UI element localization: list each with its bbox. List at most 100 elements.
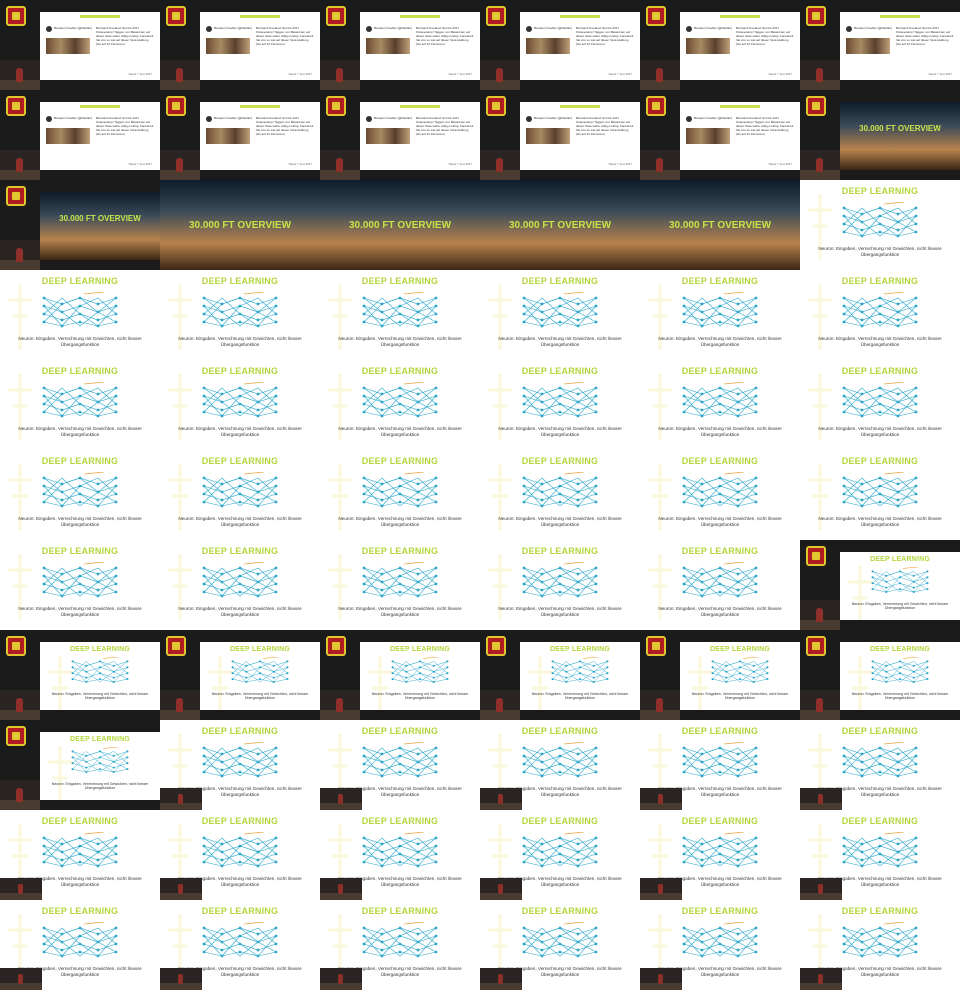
video-thumbnail[interactable]: 30.000 FT OVERVIEW: [0, 180, 160, 270]
video-thumbnail[interactable]: Benjamin Fiedler (@bfiedler) Benward Fro…: [0, 0, 160, 90]
video-thumbnail[interactable]: DEEP LEARNING Neuron: Eingaben, Verrechn…: [320, 270, 480, 360]
slide-caption: Neuron: Eingaben, Verrechnung mit Gewich…: [18, 336, 142, 347]
video-thumbnail[interactable]: DEEP LEARNING Neuron: Eingaben, Verrechn…: [160, 720, 320, 810]
video-thumbnail[interactable]: DEEP LEARNING Neuron: Eingaben, Verrechn…: [160, 360, 320, 450]
video-thumbnail[interactable]: Benjamin Fiedler (@bfiedler) Benward Fro…: [640, 0, 800, 90]
video-thumbnail[interactable]: DEEP LEARNING Neuron: Eingaben, Verrechn…: [320, 540, 480, 630]
slide-caption: Neuron: Eingaben, Verrechnung mit Gewich…: [818, 336, 942, 347]
video-thumbnail[interactable]: DEEP LEARNING Neuron: Eingaben, Verrechn…: [0, 900, 160, 990]
slide-deep-learning: DEEP LEARNING Neuron: Eingaben, Verrechn…: [800, 360, 960, 450]
video-thumbnail[interactable]: DEEP LEARNING Neuron: Eingaben, Verrechn…: [640, 360, 800, 450]
avatar: [366, 26, 372, 32]
neural-network-icon: [71, 747, 129, 774]
video-thumbnail[interactable]: DEEP LEARNING Neuron: Eingaben, Verrechn…: [320, 900, 480, 990]
slide-header-bar: [400, 15, 440, 18]
video-thumbnail[interactable]: DEEP LEARNING Neuron: Eingaben, Verrechn…: [160, 900, 320, 990]
video-thumbnail[interactable]: DEEP LEARNING Neuron: Eingaben, Verrechn…: [0, 720, 160, 810]
tweet-text: Benward Froeland: Set the 2017 Ostseecam…: [256, 26, 314, 46]
presenter-camera-inset: [160, 878, 202, 900]
video-thumbnail[interactable]: DEEP LEARNING Neuron: Eingaben, Verrechn…: [480, 360, 640, 450]
video-thumbnail[interactable]: DEEP LEARNING Neuron: Eingaben, Verrechn…: [480, 450, 640, 540]
slide-title: DEEP LEARNING: [841, 906, 919, 916]
video-thumbnail[interactable]: DEEP LEARNING Neuron: Eingaben, Verrechn…: [160, 270, 320, 360]
video-thumbnail[interactable]: 30.000 FT OVERVIEW: [320, 180, 480, 270]
video-thumbnail[interactable]: DEEP LEARNING Neuron: Eingaben, Verrechn…: [320, 810, 480, 900]
video-thumbnail[interactable]: DEEP LEARNING Neuron: Eingaben, Verrechn…: [640, 720, 800, 810]
video-thumbnail[interactable]: Benjamin Fiedler (@bfiedler) Benward Fro…: [320, 0, 480, 90]
video-thumbnail[interactable]: DEEP LEARNING Neuron: Eingaben, Verrechn…: [480, 270, 640, 360]
video-thumbnail[interactable]: 30.000 FT OVERVIEW: [480, 180, 640, 270]
video-thumbnail[interactable]: DEEP LEARNING Neuron: Eingaben, Verrechn…: [800, 720, 960, 810]
video-thumbnail[interactable]: DEEP LEARNING Neuron: Eingaben, Verrechn…: [0, 810, 160, 900]
video-thumbnail[interactable]: Benjamin Fiedler (@bfiedler) Benward Fro…: [480, 90, 640, 180]
video-thumbnail[interactable]: DEEP LEARNING Neuron: Eingaben, Verrechn…: [0, 540, 160, 630]
video-thumbnail[interactable]: DEEP LEARNING Neuron: Eingaben, Verrechn…: [160, 630, 320, 720]
video-thumbnail[interactable]: DEEP LEARNING Neuron: Eingaben, Verrechn…: [480, 630, 640, 720]
video-thumbnail[interactable]: DEEP LEARNING Neuron: Eingaben, Verrechn…: [800, 630, 960, 720]
video-thumbnail[interactable]: DEEP LEARNING Neuron: Eingaben, Verrechn…: [320, 630, 480, 720]
video-thumbnail[interactable]: Benjamin Fiedler (@bfiedler) Benward Fro…: [320, 90, 480, 180]
slide-tweet: Benjamin Fiedler (@bfiedler) Benward Fro…: [520, 12, 640, 80]
video-thumbnail[interactable]: Benjamin Fiedler (@bfiedler) Benward Fro…: [160, 90, 320, 180]
video-thumbnail[interactable]: DEEP LEARNING Neuron: Eingaben, Verrechn…: [160, 540, 320, 630]
presenter-camera-inset: [160, 968, 202, 990]
video-thumbnail[interactable]: DEEP LEARNING Neuron: Eingaben, Verrechn…: [320, 360, 480, 450]
group-photo: [46, 128, 90, 144]
slide-header-bar: [80, 105, 120, 108]
video-thumbnail[interactable]: DEEP LEARNING Neuron: Eingaben, Verrechn…: [0, 630, 160, 720]
video-thumbnail[interactable]: DEEP LEARNING Neuron: Eingaben, Verrechn…: [640, 900, 800, 990]
presenter-camera-inset: [640, 878, 682, 900]
video-thumbnail[interactable]: DEEP LEARNING Neuron: Eingaben, Verrechn…: [160, 810, 320, 900]
video-thumbnail[interactable]: 30.000 FT OVERVIEW: [800, 90, 960, 180]
slide-deep-learning: DEEP LEARNING Neuron: Eingaben, Verrechn…: [320, 270, 480, 360]
video-thumbnail[interactable]: DEEP LEARNING Neuron: Eingaben, Verrechn…: [640, 540, 800, 630]
video-thumbnail[interactable]: DEEP LEARNING Neuron: Eingaben, Verrechn…: [800, 270, 960, 360]
tweet-author: Benjamin Fiedler (@bfiedler): [214, 116, 253, 120]
presenter-stage-view: [0, 780, 40, 810]
video-thumbnail[interactable]: Benjamin Fiedler (@bfiedler) Benward Fro…: [0, 90, 160, 180]
video-thumbnail[interactable]: DEEP LEARNING Neuron: Eingaben, Verrechn…: [480, 540, 640, 630]
neural-network-icon: [42, 292, 118, 328]
video-thumbnail[interactable]: DEEP LEARNING Neuron: Eingaben, Verrechn…: [800, 540, 960, 630]
video-thumbnail[interactable]: DEEP LEARNING Neuron: Eingaben, Verrechn…: [0, 270, 160, 360]
event-logo-icon: [326, 96, 346, 116]
slide-title: DEEP LEARNING: [681, 726, 759, 736]
video-thumbnail[interactable]: DEEP LEARNING Neuron: Eingaben, Verrechn…: [640, 630, 800, 720]
video-thumbnail[interactable]: DEEP LEARNING Neuron: Eingaben, Verrechn…: [800, 900, 960, 990]
slide-title: DEEP LEARNING: [841, 816, 919, 826]
video-thumbnail[interactable]: DEEP LEARNING Neuron: Eingaben, Verrechn…: [320, 450, 480, 540]
neural-network-icon: [682, 922, 758, 958]
video-thumbnail[interactable]: DEEP LEARNING Neuron: Eingaben, Verrechn…: [640, 450, 800, 540]
video-thumbnail[interactable]: DEEP LEARNING Neuron: Eingaben, Verrechn…: [480, 720, 640, 810]
event-logo-icon: [6, 186, 26, 206]
video-thumbnail[interactable]: Benjamin Fiedler (@bfiedler) Benward Fro…: [640, 90, 800, 180]
video-thumbnail[interactable]: DEEP LEARNING Neuron: Eingaben, Verrechn…: [480, 900, 640, 990]
video-thumbnail[interactable]: DEEP LEARNING Neuron: Eingaben, Verrechn…: [640, 270, 800, 360]
event-logo-icon: [646, 96, 666, 116]
video-thumbnail[interactable]: DEEP LEARNING Neuron: Eingaben, Verrechn…: [320, 720, 480, 810]
presenter-stage-view: [480, 690, 520, 720]
video-thumbnail[interactable]: 30.000 FT OVERVIEW: [640, 180, 800, 270]
video-thumbnail[interactable]: DEEP LEARNING Neuron: Eingaben, Verrechn…: [800, 810, 960, 900]
video-thumbnail[interactable]: Benjamin Fiedler (@bfiedler) Benward Fro…: [800, 0, 960, 90]
slide-deep-learning: DEEP LEARNING Neuron: Eingaben, Verrechn…: [640, 540, 800, 630]
video-thumbnail[interactable]: DEEP LEARNING Neuron: Eingaben, Verrechn…: [160, 450, 320, 540]
video-thumbnail[interactable]: DEEP LEARNING Neuron: Eingaben, Verrechn…: [640, 810, 800, 900]
video-thumbnail[interactable]: DEEP LEARNING Neuron: Eingaben, Verrechn…: [800, 360, 960, 450]
slide-deep-learning: DEEP LEARNING Neuron: Eingaben, Verrechn…: [640, 360, 800, 450]
slide-title: DEEP LEARNING: [41, 816, 119, 826]
video-thumbnail[interactable]: DEEP LEARNING Neuron: Eingaben, Verrechn…: [0, 360, 160, 450]
video-thumbnail[interactable]: 30.000 FT OVERVIEW: [160, 180, 320, 270]
video-thumbnail[interactable]: DEEP LEARNING Neuron: Eingaben, Verrechn…: [0, 450, 160, 540]
video-thumbnail[interactable]: DEEP LEARNING Neuron: Eingaben, Verrechn…: [800, 450, 960, 540]
neural-network-icon: [871, 657, 929, 684]
video-thumbnail[interactable]: DEEP LEARNING Neuron: Eingaben, Verrechn…: [800, 180, 960, 270]
video-thumbnail[interactable]: Benjamin Fiedler (@bfiedler) Benward Fro…: [480, 0, 640, 90]
video-thumbnail[interactable]: DEEP LEARNING Neuron: Eingaben, Verrechn…: [480, 810, 640, 900]
slide-title: DEEP LEARNING: [841, 276, 919, 286]
slide-title: DEEP LEARNING: [681, 456, 759, 466]
slide-title: DEEP LEARNING: [361, 366, 439, 376]
video-thumbnail[interactable]: Benjamin Fiedler (@bfiedler) Benward Fro…: [160, 0, 320, 90]
event-logo-icon: [806, 6, 826, 26]
slide-header-bar: [720, 15, 760, 18]
